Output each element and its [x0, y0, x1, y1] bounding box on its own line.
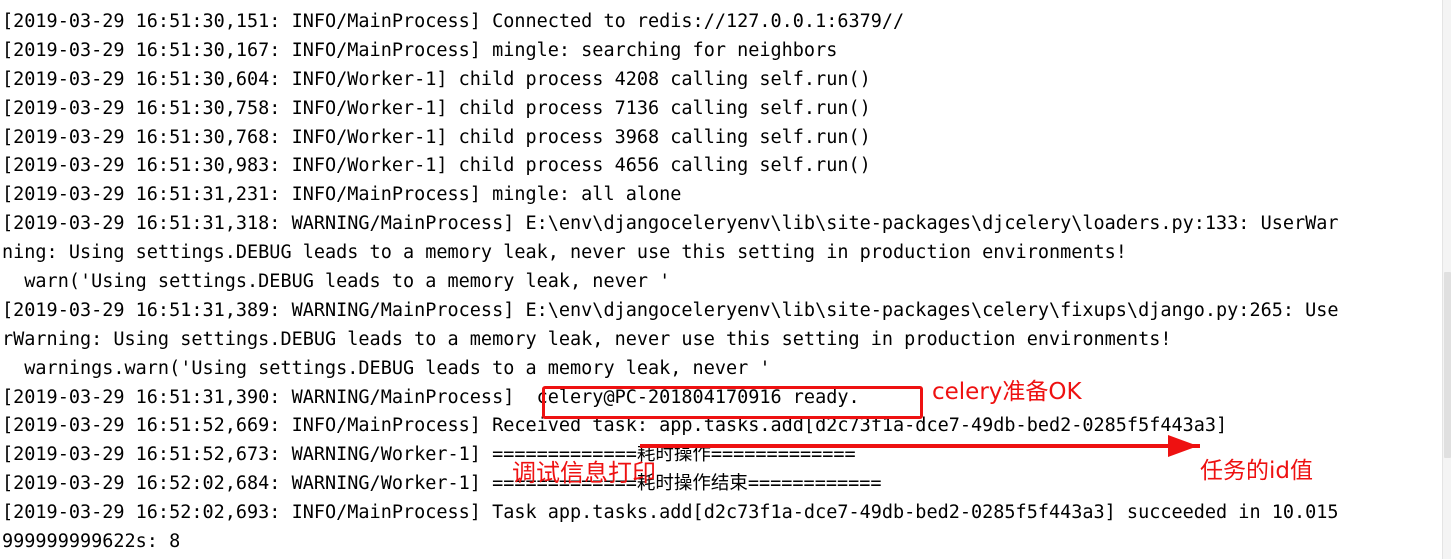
log-line: [2019-03-29 16:51:31,389: WARNING/MainPr…: [2, 299, 1339, 321]
vertical-scrollbar[interactable]: [1442, 0, 1451, 559]
log-line: rWarning: Using settings.DEBUG leads to …: [2, 328, 1172, 350]
log-line: [2019-03-29 16:51:31,318: WARNING/MainPr…: [2, 213, 1339, 235]
log-line: [2019-03-29 16:51:30,983: INFO/Worker-1]…: [2, 155, 871, 177]
log-line-celery-ready: [2019-03-29 16:51:31,390: WARNING/MainPr…: [2, 386, 860, 408]
terminal-window: [2019-03-29 16:51:30,151: INFO/MainProce…: [0, 0, 1451, 559]
log-line: [2019-03-29 16:51:30,604: INFO/Worker-1]…: [2, 68, 871, 90]
log-line: [2019-03-29 16:51:31,231: INFO/MainProce…: [2, 184, 682, 206]
log-line-task-succeeded: [2019-03-29 16:52:02,693: INFO/MainProce…: [2, 502, 1339, 524]
log-line: [2019-03-29 16:52:02,684: WARNING/Worker…: [2, 473, 882, 495]
log-line: [2019-03-29 16:51:30,758: INFO/Worker-1]…: [2, 97, 871, 119]
log-line: [2019-03-29 16:51:30,167: INFO/MainProce…: [2, 39, 838, 61]
log-line: warnings.warn('Using settings.DEBUG lead…: [2, 357, 771, 379]
log-line: 999999999622s: 8: [2, 531, 181, 553]
log-line: warn('Using settings.DEBUG leads to a me…: [2, 271, 671, 293]
log-line-received-task: [2019-03-29 16:51:52,669: INFO/MainProce…: [2, 415, 1228, 437]
log-line: [2019-03-29 16:51:30,151: INFO/MainProce…: [2, 11, 905, 32]
log-output[interactable]: [2019-03-29 16:51:30,151: INFO/MainProce…: [0, 0, 1443, 557]
log-line: ning: Using settings.DEBUG leads to a me…: [2, 242, 1127, 264]
log-line: [2019-03-29 16:51:30,768: INFO/Worker-1]…: [2, 126, 871, 148]
scrollbar-thumb[interactable]: [1444, 272, 1451, 458]
log-line: [2019-03-29 16:51:52,673: WARNING/Worker…: [2, 444, 856, 466]
